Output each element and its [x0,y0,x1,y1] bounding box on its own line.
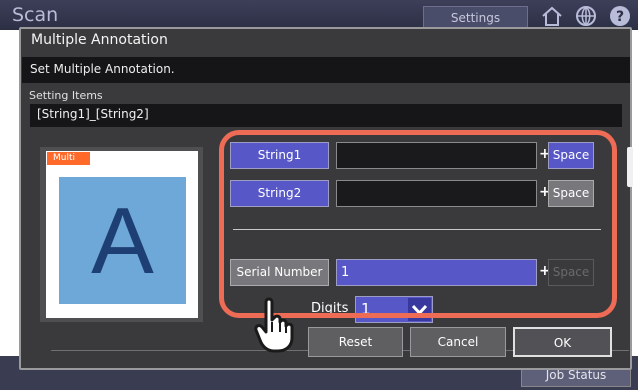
instruction-text: Set Multiple Annotation. [30,62,175,76]
instruction-bar: Set Multiple Annotation. [22,57,630,83]
cancel-button[interactable]: Cancel [410,327,506,357]
hand-pointer-icon [254,297,294,353]
preview-paper: Multi A [46,151,198,318]
highlight-callout [219,130,617,318]
app-header-bar: Scan Settings ? [0,0,638,30]
setting-items-label: Setting Items [29,89,103,102]
list-scrollbar[interactable] [627,147,633,187]
multi-badge: Multi [47,152,90,165]
preview-letter: A [91,188,154,293]
home-icon[interactable] [540,5,564,27]
app-title: Scan [12,4,59,26]
help-icon[interactable]: ? [608,5,632,27]
dialog-title: Multiple Annotation [31,32,168,48]
svg-text:?: ? [616,9,624,25]
globe-icon[interactable] [574,5,598,27]
setting-items-value: [String1]_[String2] [37,107,149,121]
reset-button[interactable]: Reset [308,327,403,357]
preview-panel: Multi A [40,147,203,322]
ok-button[interactable]: OK [513,327,612,357]
preview-sheet: A [59,177,186,304]
setting-items-display: [String1]_[String2] [30,104,622,127]
